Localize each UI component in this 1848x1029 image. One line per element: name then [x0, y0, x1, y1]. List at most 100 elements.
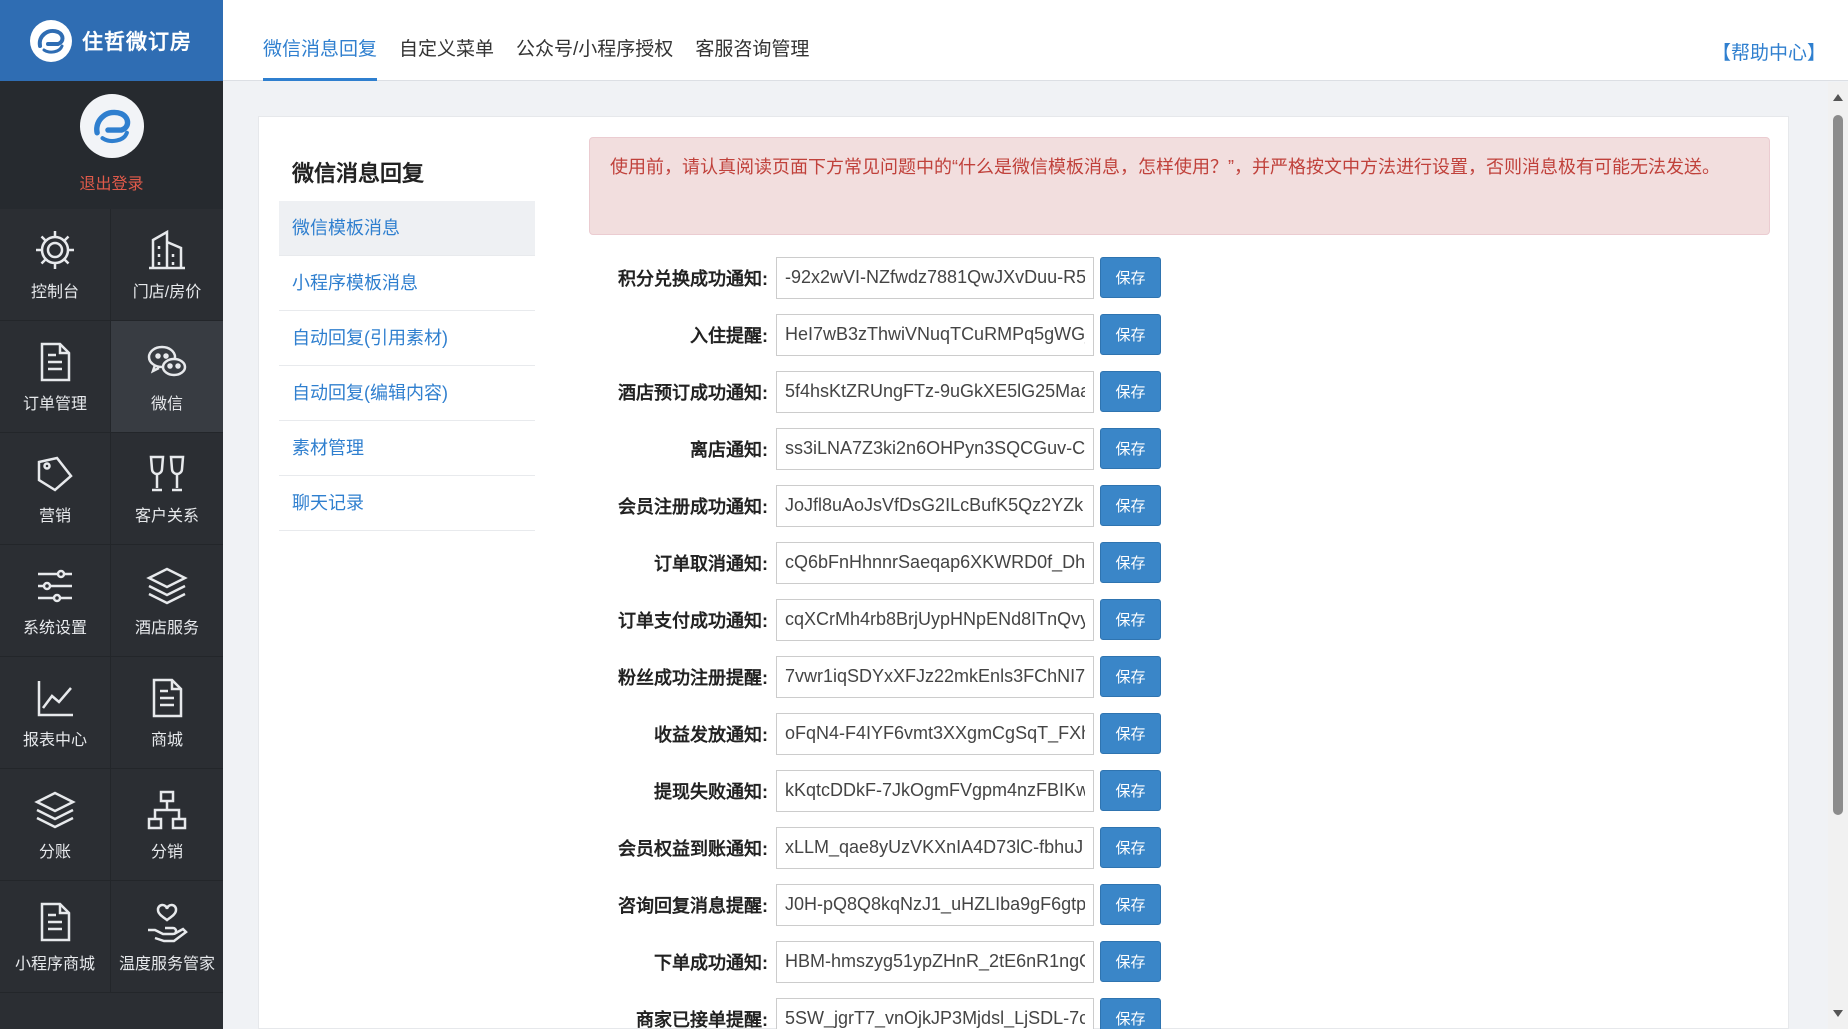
sidebar-item-customers[interactable]: 客户关系 [111, 433, 223, 545]
tab-custom-menu[interactable]: 自定义菜单 [399, 0, 494, 81]
template-id-input[interactable] [776, 712, 1094, 755]
subnav-item-wechat-template[interactable]: 微信模板消息 [279, 201, 535, 256]
sidebar-item-distribution[interactable]: 分销 [111, 769, 223, 881]
help-center-link[interactable]: 【帮助中心】 [1712, 38, 1826, 65]
sidebar-item-wechat[interactable]: 微信 [111, 321, 223, 433]
sidebar-item-settings[interactable]: 系统设置 [0, 545, 111, 657]
template-label: 订单取消通知: [654, 553, 768, 574]
save-button[interactable]: 保存 [1100, 656, 1161, 697]
subnav-item-auto-reply-material[interactable]: 自动回复(引用素材) [279, 311, 535, 366]
template-label: 商家已接单提醒: [636, 1009, 768, 1029]
template-id-input[interactable] [776, 484, 1094, 527]
sidebar-item-service-butler[interactable]: 温度服务管家 [111, 881, 223, 993]
building-icon [149, 229, 185, 269]
document-icon [152, 678, 183, 717]
sidebar-item-label: 营销 [38, 507, 71, 525]
save-button[interactable]: 保存 [1100, 314, 1161, 355]
sidebar-item-label: 订单管理 [22, 395, 87, 413]
save-button[interactable]: 保存 [1100, 371, 1161, 412]
template-id-input[interactable] [776, 541, 1094, 584]
save-button[interactable]: 保存 [1100, 713, 1161, 754]
template-row: 下单成功通知: 保存 [589, 933, 1289, 990]
tab-customer-service[interactable]: 客服咨询管理 [695, 0, 809, 81]
template-id-input[interactable] [776, 769, 1094, 812]
save-button[interactable]: 保存 [1100, 827, 1161, 868]
save-button[interactable]: 保存 [1100, 770, 1161, 811]
save-button[interactable]: 保存 [1100, 428, 1161, 469]
sidebar-item-dashboard[interactable]: 控制台 [0, 209, 111, 321]
template-id-input[interactable] [776, 826, 1094, 869]
avatar[interactable] [79, 94, 144, 158]
tab-authorization[interactable]: 公众号/小程序授权 [516, 0, 673, 81]
save-button[interactable]: 保存 [1100, 485, 1161, 526]
sidebar-item-label: 分销 [150, 843, 183, 861]
template-label: 离店通知: [690, 439, 768, 460]
sidebar-item-marketing[interactable]: 营销 [0, 433, 111, 545]
template-row: 粉丝成功注册提醒: 保存 [589, 648, 1289, 705]
subnav-item-miniprogram-template[interactable]: 小程序模板消息 [279, 256, 535, 311]
sidebar-item-label: 分账 [38, 843, 71, 861]
template-row: 提现失败通知: 保存 [589, 762, 1289, 819]
brand-name: 住哲微订房 [82, 30, 192, 54]
sidebar-item-miniprogram-mall[interactable]: 小程序商城 [0, 881, 111, 993]
sidebar-item-label: 商城 [150, 731, 183, 749]
template-id-input[interactable] [776, 427, 1094, 470]
sliders-icon [38, 569, 72, 602]
tab-wechat-message-reply[interactable]: 微信消息回复 [263, 0, 378, 81]
sidebar-item-stores[interactable]: 门店/房价 [111, 209, 223, 321]
template-row: 订单取消通知: 保存 [589, 534, 1289, 591]
sub-nav-title: 微信消息回复 [292, 161, 425, 186]
sidebar-item-label: 控制台 [30, 283, 79, 301]
sidebar-item-mall[interactable]: 商城 [111, 657, 223, 769]
template-id-input[interactable] [776, 598, 1094, 641]
top-tabs: 微信消息回复 自定义菜单 公众号/小程序授权 客服咨询管理 [263, 0, 809, 81]
brand-logo[interactable]: 住哲微订房 [0, 0, 223, 81]
gear-icon [36, 230, 74, 269]
template-id-input[interactable] [776, 655, 1094, 698]
template-id-input[interactable] [776, 997, 1094, 1029]
template-id-input[interactable] [776, 940, 1094, 983]
logo-icon [30, 19, 72, 62]
sidebar-item-hotel-service[interactable]: 酒店服务 [111, 545, 223, 657]
sidebar-item-reports[interactable]: 报表中心 [0, 657, 111, 769]
sidebar-item-label: 小程序商城 [14, 955, 95, 973]
template-id-input[interactable] [776, 313, 1094, 356]
page-scrollbar[interactable] [1828, 82, 1848, 1029]
save-button[interactable]: 保存 [1100, 884, 1161, 925]
template-label: 订单支付成功通知: [618, 610, 768, 631]
sidebar-nav: 控制台 门店/房价 订单管理 微信 营销 客户关系 系统设置 酒店服务 报表中心… [0, 209, 223, 993]
template-label: 收益发放通知: [654, 724, 768, 745]
save-button[interactable]: 保存 [1100, 257, 1161, 298]
subnav-item-chat-history[interactable]: 聊天记录 [279, 476, 535, 531]
sidebar-item-split-account[interactable]: 分账 [0, 769, 111, 881]
template-id-input[interactable] [776, 883, 1094, 926]
template-row: 商家已接单提醒: 保存 [589, 990, 1289, 1029]
sidebar-item-orders[interactable]: 订单管理 [0, 321, 111, 433]
subnav-item-materials[interactable]: 素材管理 [279, 421, 535, 476]
subnav-item-auto-reply-content[interactable]: 自动回复(编辑内容) [279, 366, 535, 421]
document-icon [40, 342, 71, 381]
save-button[interactable]: 保存 [1100, 542, 1161, 583]
org-chart-icon [147, 790, 187, 829]
template-row: 咨询回复消息提醒: 保存 [589, 876, 1289, 933]
template-label: 下单成功通知: [654, 952, 768, 973]
sidebar-item-label: 微信 [150, 395, 183, 413]
save-button[interactable]: 保存 [1100, 599, 1161, 640]
template-row: 离店通知: 保存 [589, 420, 1289, 477]
scrollbar-thumb[interactable] [1833, 115, 1843, 815]
scroll-down-arrow-icon[interactable] [1833, 1010, 1843, 1017]
scroll-up-arrow-icon[interactable] [1833, 94, 1843, 101]
layers-icon [146, 567, 188, 604]
sidebar-item-label: 酒店服务 [134, 619, 199, 637]
sidebar-item-label: 系统设置 [22, 619, 87, 637]
template-label: 酒店预订成功通知: [618, 382, 768, 403]
wine-glasses-icon [149, 455, 185, 491]
layers-icon [34, 791, 76, 828]
template-id-input[interactable] [776, 256, 1094, 299]
save-button[interactable]: 保存 [1100, 998, 1161, 1029]
sidebar-item-label: 客户关系 [134, 507, 199, 525]
save-button[interactable]: 保存 [1100, 941, 1161, 982]
logout-link[interactable]: 退出登录 [79, 170, 143, 194]
template-id-input[interactable] [776, 370, 1094, 413]
template-label: 入住提醒: [690, 325, 768, 346]
